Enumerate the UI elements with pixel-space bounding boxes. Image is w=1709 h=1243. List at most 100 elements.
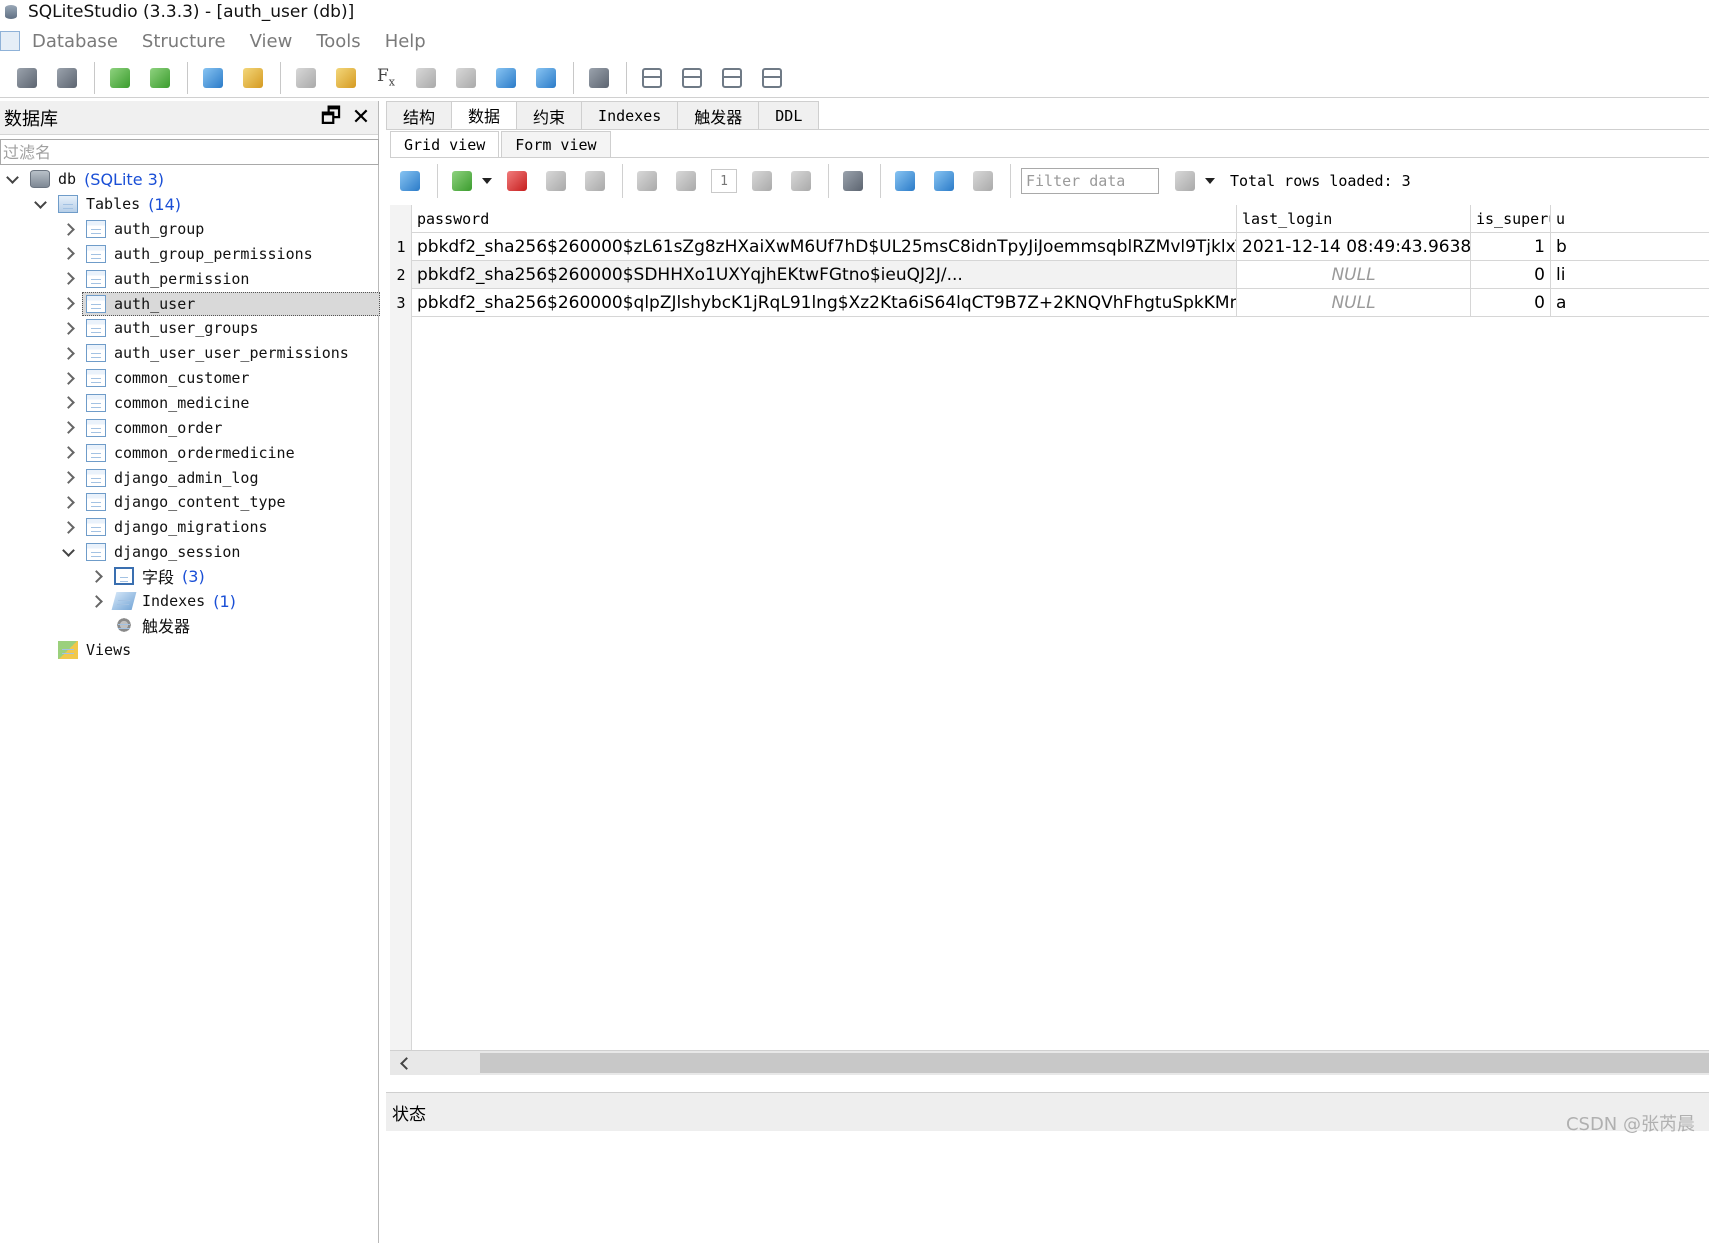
tab-data[interactable]: 数据 [451,101,518,129]
expand-chevron-icon[interactable] [32,196,48,212]
first-page-button[interactable] [633,167,661,195]
horizontal-scrollbar[interactable] [390,1050,1709,1075]
close-panel-icon[interactable]: ✕ [348,105,374,131]
tree-item-indexes[interactable]: Indexes (1) [88,589,236,613]
open-ddl-history-button[interactable] [331,63,361,93]
tree-item-table[interactable]: auth_user [60,291,380,316]
connect-db-button[interactable] [12,63,42,93]
insert-row-button[interactable] [448,167,476,195]
populate-table-button[interactable] [969,167,997,195]
export-data-button[interactable] [930,167,958,195]
tree-item-table[interactable]: common_order [60,416,376,440]
expand-chevron-icon[interactable] [88,568,104,584]
functions-editor-button[interactable]: Fx [371,63,401,93]
expand-chevron-icon[interactable] [60,470,76,486]
tab-indexes[interactable]: Indexes [581,101,679,129]
column-header-password[interactable]: password [412,205,1237,233]
tree-item-table[interactable]: auth_group_permissions [60,242,376,266]
filter-data-input[interactable] [1021,168,1159,194]
tree-item-fields[interactable]: 字段 (3) [88,564,205,588]
cell-password[interactable]: pbkdf2_sha256$260000$SDHHXo1UXYqjhEKtwFG… [412,261,1237,289]
expand-chevron-icon[interactable] [60,395,76,411]
filter-name-input[interactable] [0,139,379,165]
rollback-button[interactable] [581,167,609,195]
tile-windows-button[interactable] [637,63,667,93]
cascade-windows-button[interactable] [757,63,787,93]
collapse-chevron-icon[interactable] [60,544,76,560]
edit-database-button[interactable] [145,63,175,93]
export-button[interactable] [531,63,561,93]
cell-password[interactable]: pbkdf2_sha256$260000$zL61sZg8zHXaiXwM6Uf… [412,233,1237,261]
print-button[interactable] [839,167,867,195]
prev-page-button[interactable] [672,167,700,195]
cell-is-superuser[interactable]: 0 [1471,261,1551,289]
expand-chevron-icon[interactable] [60,246,76,262]
tree-item-table[interactable]: auth_permission [60,267,376,291]
row-number[interactable]: 1 [390,233,412,261]
tree-item-table[interactable]: auth_user_user_permissions [60,341,376,365]
insert-dropdown-arrow-icon[interactable] [482,178,492,184]
collations-editor-button[interactable] [411,63,441,93]
scrollbar-thumb[interactable] [480,1053,1709,1073]
cell-is-superuser[interactable]: 1 [1471,233,1551,261]
last-page-button[interactable] [787,167,815,195]
tree-item-db[interactable]: db (SQLite 3) [4,167,164,191]
import-data-button[interactable] [891,167,919,195]
cell-last-login[interactable]: 2021-12-14 08:49:43.963874 [1237,233,1471,261]
tile-horizontal-button[interactable] [677,63,707,93]
expand-chevron-icon[interactable] [60,296,76,312]
menu-help[interactable]: Help [385,31,426,52]
tree-item-views[interactable]: Views [32,638,131,662]
tile-vertical-button[interactable] [717,63,747,93]
expand-chevron-icon[interactable] [60,320,76,336]
tree-item-table[interactable]: django_migrations [60,515,376,539]
tree-item-table[interactable]: common_medicine [60,391,376,415]
column-header-username[interactable]: u [1551,205,1709,233]
menu-view[interactable]: View [250,31,293,52]
tab-constraints[interactable]: 约束 [516,101,583,129]
apply-filter-button[interactable] [1171,167,1199,195]
edit-table-button[interactable] [238,63,268,93]
next-page-button[interactable] [748,167,776,195]
menu-structure[interactable]: Structure [142,31,226,52]
tree-item-table[interactable]: common_customer [60,366,376,390]
tree-item-table[interactable]: auth_user_groups [60,316,376,340]
row-number[interactable]: 2 [390,261,412,289]
menu-database[interactable]: Database [32,31,118,52]
expand-chevron-icon[interactable] [60,519,76,535]
sql-editor-button[interactable] [291,63,321,93]
filter-dropdown-arrow-icon[interactable] [1205,178,1215,184]
tab-ddl[interactable]: DDL [758,101,820,129]
extension-manager-button[interactable] [451,63,481,93]
menu-tools[interactable]: Tools [316,31,360,52]
tab-form-view[interactable]: Form view [501,131,611,157]
expand-chevron-icon[interactable] [60,271,76,287]
page-number[interactable]: 1 [711,169,737,193]
delete-row-button[interactable] [503,167,531,195]
tab-structure[interactable]: 结构 [386,101,453,129]
float-panel-icon[interactable]: 🗗 [318,104,344,131]
cell-username[interactable]: li [1551,261,1709,289]
window-menu-icon[interactable] [0,31,20,51]
tree-item-table[interactable]: django_admin_log [60,466,376,490]
config-button[interactable] [584,63,614,93]
expand-chevron-icon[interactable] [60,370,76,386]
cell-username[interactable]: a [1551,289,1709,317]
column-header-is-superuser[interactable]: is_superu [1471,205,1551,233]
tree-item-table[interactable]: django_content_type [60,490,376,514]
expand-chevron-icon[interactable] [60,345,76,361]
tab-grid-view[interactable]: Grid view [390,131,500,157]
add-database-button[interactable] [105,63,135,93]
expand-chevron-icon[interactable] [60,221,76,237]
expand-chevron-icon[interactable] [60,420,76,436]
expand-chevron-icon[interactable] [60,494,76,510]
disconnect-db-button[interactable] [52,63,82,93]
tree-item-tables[interactable]: Tables (14) [32,192,181,216]
cell-last-login[interactable]: NULL [1237,261,1471,289]
expand-chevron-icon[interactable] [88,593,104,609]
row-number[interactable]: 3 [390,289,412,317]
expand-chevron-icon[interactable] [4,171,20,187]
scroll-left-arrow-icon[interactable] [396,1055,412,1071]
cell-password[interactable]: pbkdf2_sha256$260000$qlpZJlshybcK1jRqL91… [412,289,1237,317]
tree-item-table[interactable]: django_session [60,540,376,564]
